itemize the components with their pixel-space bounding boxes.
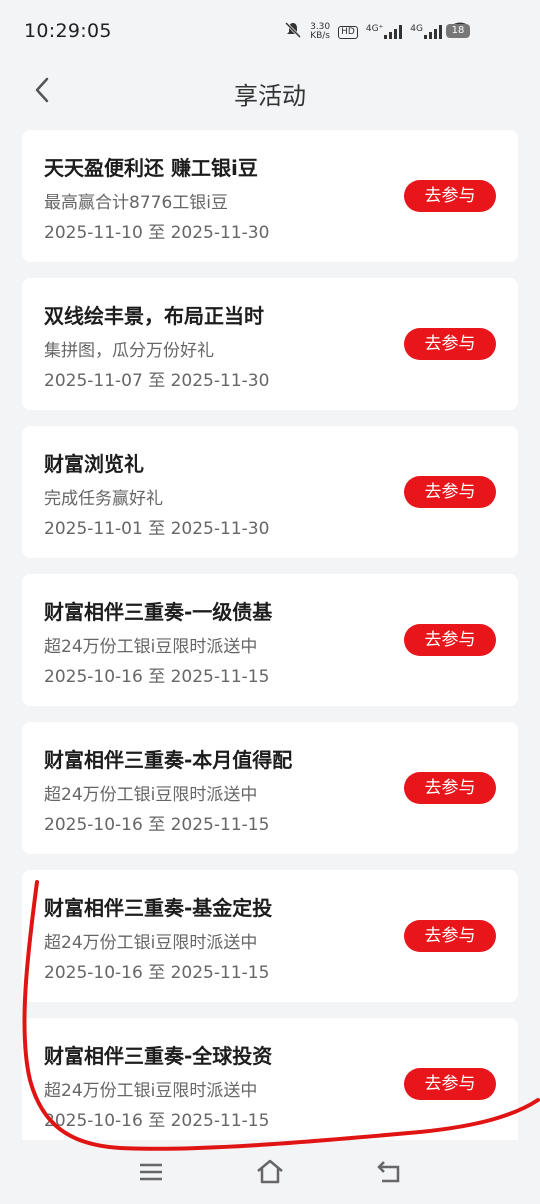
menu-icon[interactable] [136, 1158, 166, 1186]
join-button[interactable]: 去参与 [404, 180, 496, 212]
join-button[interactable]: 去参与 [404, 772, 496, 804]
activity-list: 天天盈便利还 赚工银i豆 最高赢合计8776工银i豆 2025-11-10 至 … [22, 130, 518, 1166]
activity-subtitle: 超24万份工银i豆限时派送中 [44, 785, 258, 805]
activity-subtitle: 完成任务赢好礼 [44, 489, 163, 509]
activity-date: 2025-10-16 至 2025-11-15 [44, 815, 270, 835]
activity-title: 财富相伴三重奏-全球投资 [44, 1044, 273, 1068]
activity-title: 财富相伴三重奏-一级债基 [44, 600, 273, 624]
activity-subtitle: 超24万份工银i豆限时派送中 [44, 1081, 258, 1101]
join-button[interactable]: 去参与 [404, 1068, 496, 1100]
activity-card[interactable]: 财富浏览礼 完成任务赢好礼 2025-11-01 至 2025-11-30 去参… [22, 426, 518, 558]
battery-icon: 18 [446, 24, 470, 38]
join-button[interactable]: 去参与 [404, 624, 496, 656]
signal-icon: 4G [410, 25, 442, 39]
status-icons: 3.30 KB/s HD 4G⁺ 4G [284, 20, 470, 44]
join-button[interactable]: 去参与 [404, 476, 496, 508]
activity-title: 天天盈便利还 赚工银i豆 [44, 156, 258, 180]
activity-subtitle: 最高赢合计8776工银i豆 [44, 193, 228, 213]
activity-date: 2025-11-07 至 2025-11-30 [44, 371, 270, 391]
activity-date: 2025-11-10 至 2025-11-30 [44, 223, 270, 243]
activity-title: 财富相伴三重奏-本月值得配 [44, 748, 293, 772]
activity-card[interactable]: 财富相伴三重奏-基金定投 超24万份工银i豆限时派送中 2025-10-16 至… [22, 870, 518, 1002]
activity-subtitle: 集拼图，瓜分万份好礼 [44, 341, 214, 361]
home-icon[interactable] [255, 1158, 285, 1186]
activity-card[interactable]: 双线绘丰景，布局正当时 集拼图，瓜分万份好礼 2025-11-07 至 2025… [22, 278, 518, 410]
activity-date: 2025-11-01 至 2025-11-30 [44, 519, 270, 539]
activity-card[interactable]: 天天盈便利还 赚工银i豆 最高赢合计8776工银i豆 2025-11-10 至 … [22, 130, 518, 262]
activity-title: 双线绘丰景，布局正当时 [44, 304, 264, 328]
activity-title: 财富浏览礼 [44, 452, 144, 476]
activity-title: 财富相伴三重奏-基金定投 [44, 896, 273, 920]
join-button[interactable]: 去参与 [404, 328, 496, 360]
mute-icon [284, 21, 302, 43]
system-nav-bar [0, 1140, 540, 1204]
page-title: 享活动 [234, 82, 306, 110]
activity-date: 2025-10-16 至 2025-11-15 [44, 963, 270, 983]
signal-icon: 4G⁺ [366, 25, 403, 39]
activity-subtitle: 超24万份工银i豆限时派送中 [44, 637, 258, 657]
join-button[interactable]: 去参与 [404, 920, 496, 952]
activity-subtitle: 超24万份工银i豆限时派送中 [44, 933, 258, 953]
status-time: 10:29:05 [24, 20, 112, 42]
activity-card[interactable]: 财富相伴三重奏-全球投资 超24万份工银i豆限时派送中 2025-10-16 至… [22, 1018, 518, 1150]
activity-card[interactable]: 财富相伴三重奏-本月值得配 超24万份工银i豆限时派送中 2025-10-16 … [22, 722, 518, 854]
status-bar: 10:29:05 3.30 KB/s HD 4G⁺ 4G 18 [0, 0, 540, 62]
activity-date: 2025-10-16 至 2025-11-15 [44, 1111, 270, 1131]
activity-card[interactable]: 财富相伴三重奏-一级债基 超24万份工银i豆限时派送中 2025-10-16 至… [22, 574, 518, 706]
hd-icon: HD [338, 25, 358, 39]
page-header: 享活动 [0, 62, 540, 120]
net-speed: 3.30 KB/s [310, 22, 331, 41]
back-icon[interactable] [374, 1158, 404, 1186]
activity-date: 2025-10-16 至 2025-11-15 [44, 667, 270, 687]
